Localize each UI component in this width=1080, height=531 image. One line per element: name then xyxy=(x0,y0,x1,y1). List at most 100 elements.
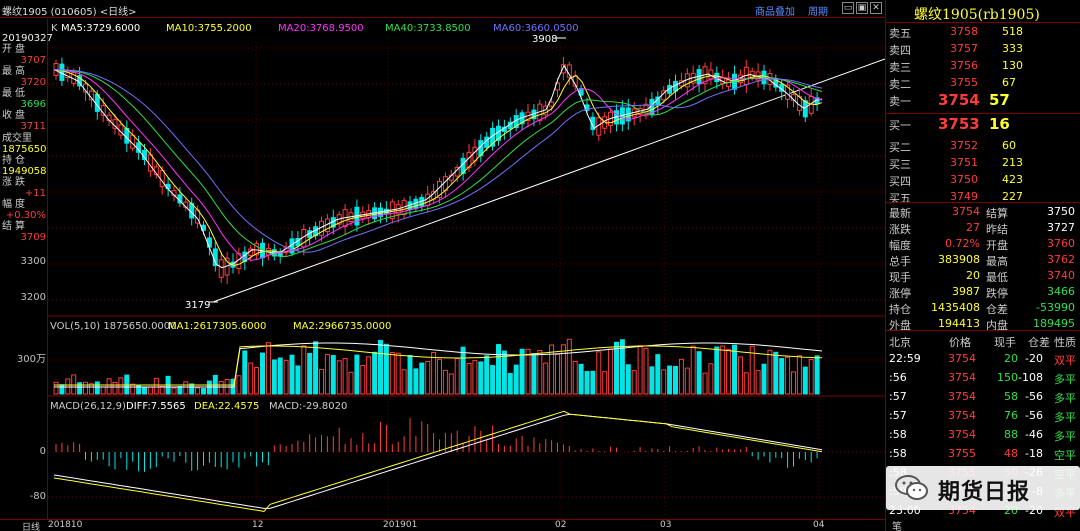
ma-line-ma10 xyxy=(53,69,823,267)
volume-bar xyxy=(690,345,696,395)
volume-bar xyxy=(590,370,596,395)
tick-oi-diff: -108 xyxy=(1018,371,1043,384)
macd-legend: MACD(26,12,9) xyxy=(50,401,126,412)
stat-value: 3740 xyxy=(1047,269,1075,282)
overlay-button[interactable]: 商品叠加 xyxy=(755,3,795,18)
volume-label: 成交里 xyxy=(2,133,32,144)
legend-ma20: MA20:3768.9500 xyxy=(278,23,364,34)
stat-value: 3987 xyxy=(952,285,980,298)
volume-bar xyxy=(472,360,478,395)
volume-bar xyxy=(814,355,820,395)
volume-value: 1875650 xyxy=(2,144,47,155)
tick-time: :58 xyxy=(889,428,907,441)
volume-bar xyxy=(667,365,673,395)
volume-bar xyxy=(348,371,354,395)
volume-bar xyxy=(684,367,690,395)
open-label: 开盘 xyxy=(2,44,28,55)
volume-bar xyxy=(372,351,378,395)
volume-bar xyxy=(112,381,118,395)
volume-bar xyxy=(496,344,501,395)
candle xyxy=(206,237,212,248)
volume-bar xyxy=(761,363,767,395)
bar-info-panel: 20190327 开盘 3707 最高 3720 最低 3696 收盘 3711… xyxy=(0,19,53,519)
tick-nature: 空平 xyxy=(1054,449,1076,462)
watermark: 期货日报 xyxy=(886,466,1080,510)
date-tick-2: 12 xyxy=(252,520,264,530)
volume-bar xyxy=(77,382,83,395)
legend-ma60: MA60:3660.0500 xyxy=(493,23,579,34)
high-value: 3720 xyxy=(20,77,46,88)
close-icon[interactable]: ✕ xyxy=(870,2,882,14)
stat-value: 3760 xyxy=(1047,237,1075,250)
volume-bar xyxy=(271,359,277,395)
tick-qty: 76 xyxy=(1004,409,1018,422)
pct-label: 幅度 xyxy=(2,199,28,210)
contract-title: 螺纹1905(rb1905) xyxy=(914,7,1040,23)
volume-bar xyxy=(702,372,708,395)
volume-bar xyxy=(401,369,407,395)
volume-bar xyxy=(437,358,442,395)
tab-ticks[interactable]: 笔 xyxy=(892,518,902,531)
tick-time: :57 xyxy=(889,409,907,422)
legend-ma40: MA40:3733.8500 xyxy=(385,23,471,34)
vol-axis-label: 300万 xyxy=(16,354,46,365)
restore-icon[interactable]: ▣ xyxy=(856,2,868,14)
volume-bar xyxy=(319,368,324,395)
tick-row: 22:59 3754 20 -20 双平 xyxy=(886,350,1080,369)
oi-label: 持仓 xyxy=(2,155,28,166)
tick-oi-diff: -56 xyxy=(1025,409,1043,422)
settle-value: 3709 xyxy=(20,232,46,243)
volume-bar xyxy=(631,370,637,395)
ticks-header: 北京 价格 现手 仓差 性质 xyxy=(889,336,1076,349)
tick-time: :58 xyxy=(889,447,907,460)
volume-bar xyxy=(94,381,100,395)
ma-line-ma40 xyxy=(53,69,823,258)
price-axis-3300: 3300 xyxy=(20,256,46,267)
volume-bar xyxy=(779,358,785,395)
oi-value: 1949058 xyxy=(2,166,47,177)
volume-bar xyxy=(614,341,619,395)
volume-bar xyxy=(354,354,360,395)
change-value: +11 xyxy=(24,188,46,199)
volume-bar xyxy=(171,387,177,395)
tick-nature: 双平 xyxy=(1054,354,1076,367)
volume-bar xyxy=(159,385,165,395)
tick-price: 3754 xyxy=(948,352,976,365)
period-button[interactable]: 周期 xyxy=(808,3,828,18)
volume-bar xyxy=(501,350,507,395)
volume-bar xyxy=(183,381,189,395)
volume-bar xyxy=(330,355,336,395)
tick-nature: 多平 xyxy=(1054,411,1076,424)
wechat-logo-icon xyxy=(895,475,928,500)
tick-row: :57 3754 58 -56 多平 xyxy=(886,388,1080,407)
stat-value: 3750 xyxy=(1047,205,1075,218)
candlesticks xyxy=(53,56,820,284)
volume-bar xyxy=(265,342,271,395)
tick-row: :56 3754 150 -108 多平 xyxy=(886,369,1080,388)
annotation-low: 3179 xyxy=(185,300,210,311)
volume-bar xyxy=(431,351,437,395)
tick-time: :57 xyxy=(889,390,907,403)
volume-bar xyxy=(342,358,348,395)
high-label: 最高 xyxy=(2,66,28,77)
volume-bar xyxy=(307,352,313,395)
annotation-high: 3908 xyxy=(532,34,557,45)
volume-bar xyxy=(802,366,808,395)
volume-bar xyxy=(755,370,761,395)
volume-bar xyxy=(602,371,608,395)
volume-bar xyxy=(737,356,743,395)
vol-ma1-legend: MA1:2617305.6000 xyxy=(168,321,266,332)
volume-bar xyxy=(118,377,124,395)
kline-chart[interactable]: K MA5:3729.6000 MA10:3755.2000 MA20:3768… xyxy=(48,19,885,519)
macd-dea-legend: DEA:22.4575 xyxy=(194,401,259,412)
stat-value: 27 xyxy=(966,221,980,234)
volume-bar xyxy=(484,355,490,395)
volume-bar xyxy=(555,353,560,395)
minimize-icon[interactable]: ▭ xyxy=(842,2,854,14)
moving-averages xyxy=(53,64,823,269)
tick-time: 22:59 xyxy=(889,352,921,365)
tick-row: :57 3754 76 -56 多平 xyxy=(886,407,1080,426)
vol-legend: VOL(5,10) 1875650.0000 xyxy=(50,321,177,332)
volume-bar xyxy=(419,362,425,395)
volume-bar xyxy=(454,357,460,395)
